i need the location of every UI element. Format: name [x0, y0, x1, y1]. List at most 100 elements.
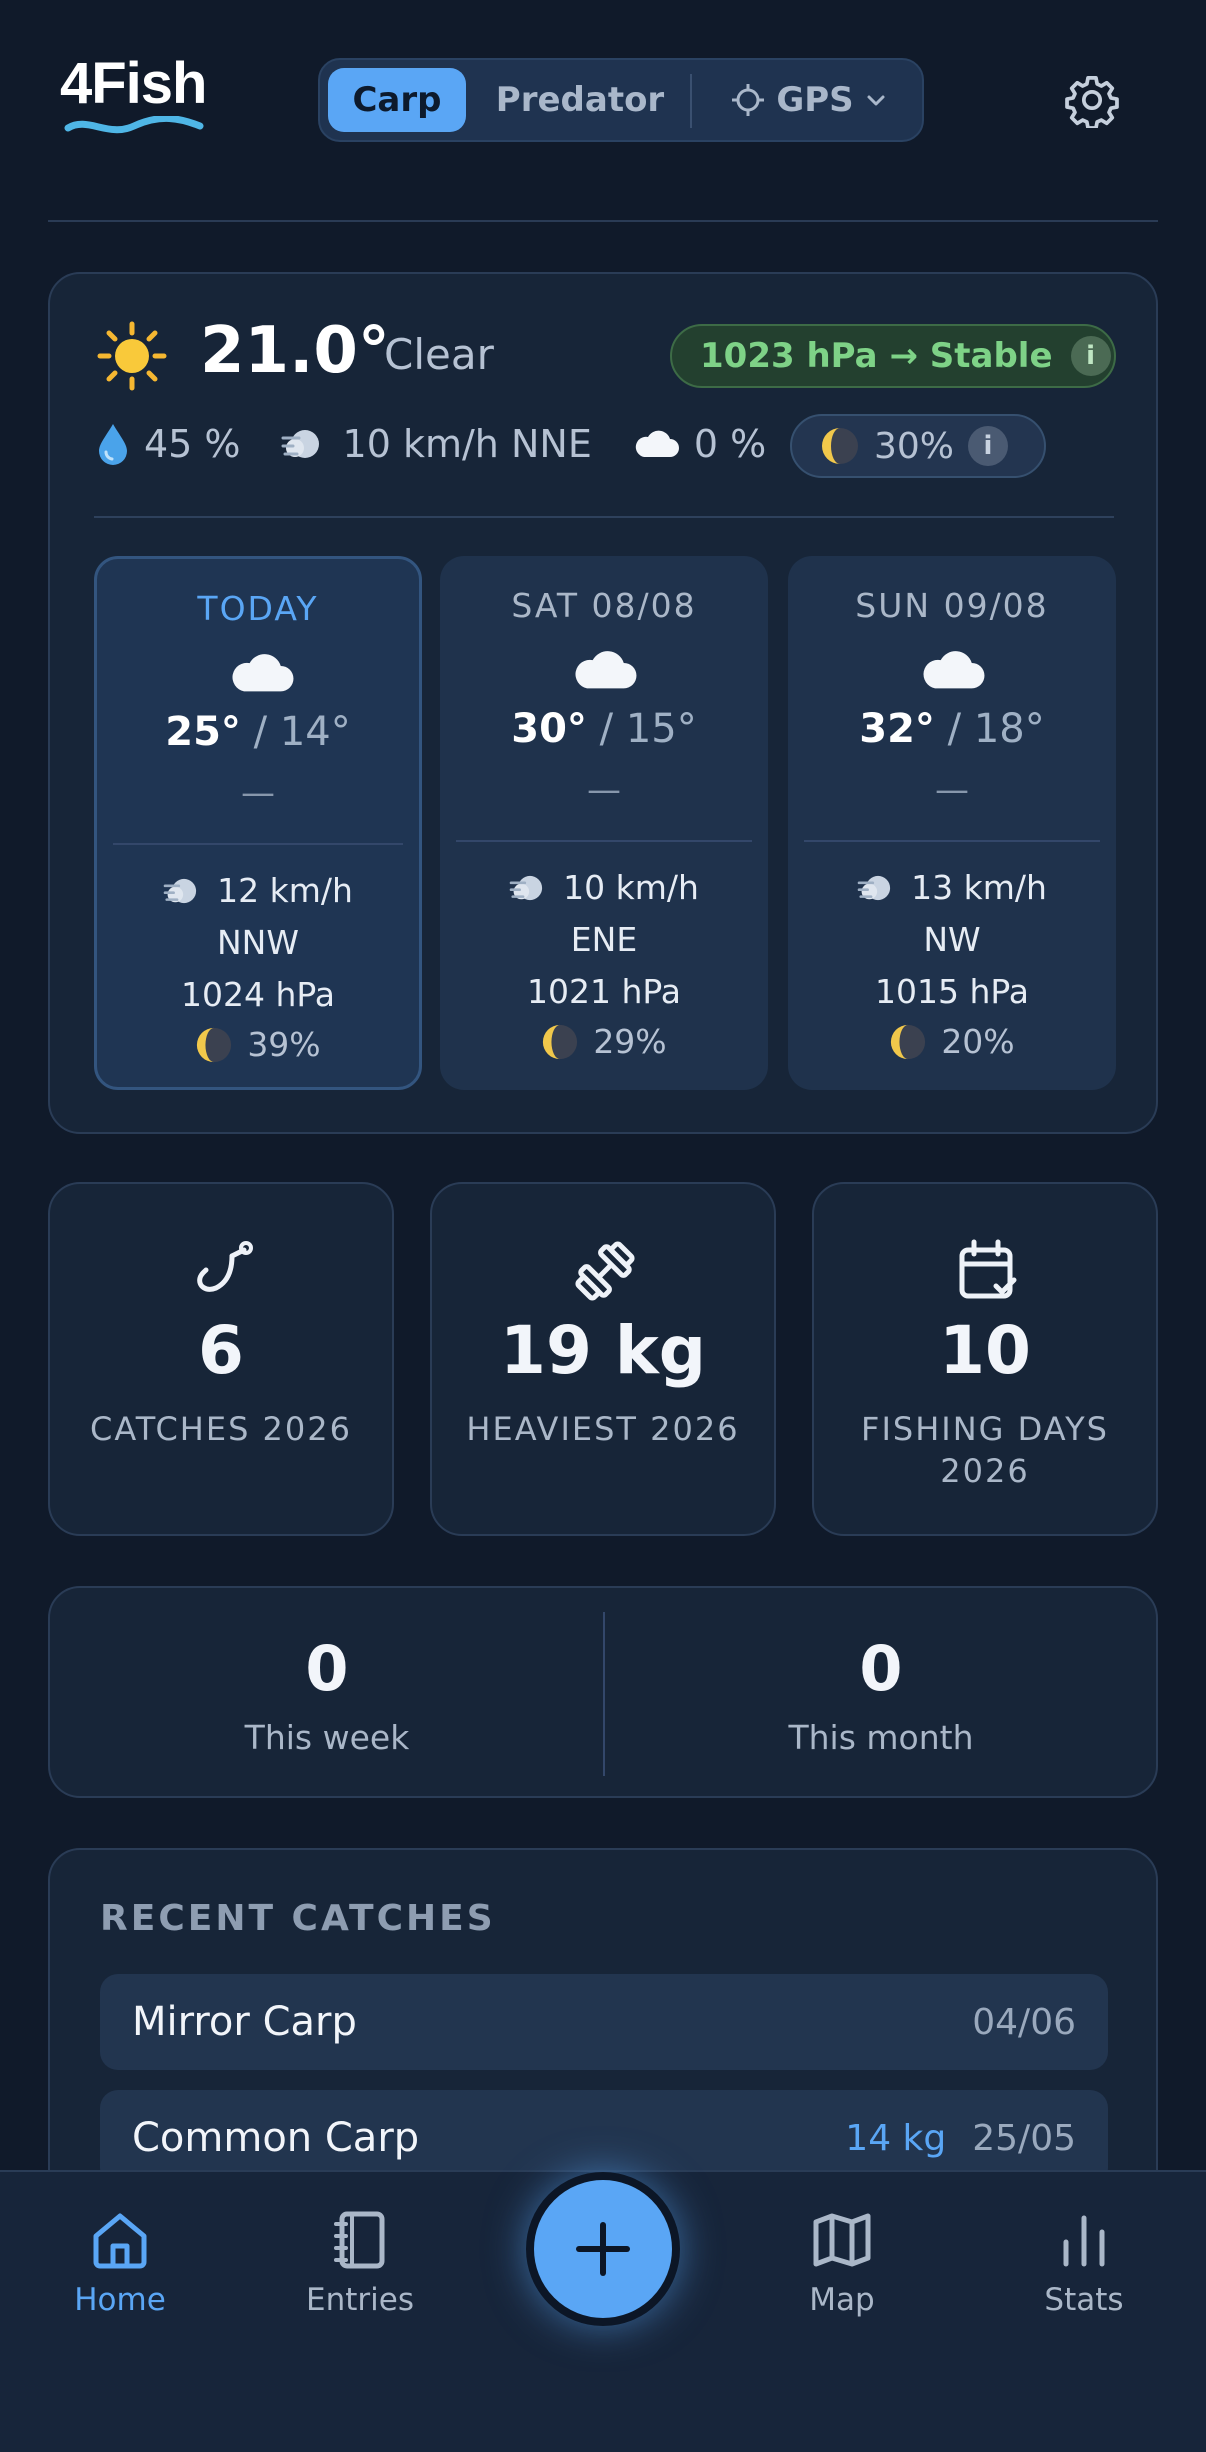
- info-icon[interactable]: i: [1070, 336, 1111, 376]
- day-temperatures: 32° / 18°: [788, 706, 1116, 752]
- gear-icon[interactable]: [1064, 72, 1120, 128]
- period-label: This week: [244, 1718, 410, 1757]
- moon-icon: [197, 1027, 232, 1062]
- temp-separator: /: [253, 709, 268, 755]
- chevron-down-icon: [867, 95, 885, 106]
- day-wind-direction: NW: [923, 920, 981, 959]
- cloud-icon: [923, 651, 985, 689]
- tab-carp[interactable]: Carp: [328, 68, 466, 132]
- catch-date: 25/05: [972, 2117, 1076, 2159]
- gps-label: GPS: [776, 80, 854, 120]
- stat-label: FISHING DAYS 2026: [861, 1410, 1109, 1490]
- sun-icon: [97, 321, 167, 391]
- forecast-day-today[interactable]: TODAY 25° / 14° — 12 km/h NNW 1024 hPa 3…: [94, 556, 422, 1090]
- plus-icon: [576, 2222, 630, 2276]
- catch-species: Mirror Carp: [132, 1999, 357, 2045]
- period-value: 0: [305, 1632, 349, 1705]
- info-icon[interactable]: i: [968, 426, 1009, 466]
- current-temperature: 21.0°: [200, 314, 390, 388]
- day-wind: 13 km/h: [788, 868, 1116, 907]
- day-wind-speed: 12 km/h: [217, 871, 353, 910]
- catch-weight: 14 kg: [845, 2117, 947, 2159]
- day-low: 14°: [279, 709, 351, 755]
- period-value: 0: [859, 1632, 903, 1705]
- day-precip: —: [587, 770, 621, 810]
- day-pressure: 1015 hPa: [874, 972, 1030, 1011]
- stat-catches[interactable]: 6 CATCHES 2026: [48, 1182, 394, 1536]
- nav-map[interactable]: Map: [752, 2208, 932, 2338]
- wind-icon: [509, 875, 543, 900]
- pressure-trend-text: 1023 hPa → Stable: [700, 336, 1053, 376]
- day-wind-direction: NNW: [216, 923, 299, 962]
- stat-value: 6: [198, 1312, 244, 1389]
- humidity-value: 45 %: [144, 422, 241, 466]
- day-precip: —: [241, 773, 275, 813]
- calendar-check-icon: [959, 1239, 1017, 1299]
- day-label: SUN 09/08: [855, 586, 1049, 625]
- nav-label: Home: [74, 2282, 166, 2318]
- wind: 10 km/h NNE: [281, 422, 592, 466]
- humidity: 45 %: [96, 422, 241, 466]
- gps-dropdown[interactable]: GPS: [704, 68, 914, 132]
- wave-icon: [64, 116, 204, 134]
- moon-phase-badge[interactable]: 30% i: [790, 414, 1046, 478]
- list-item[interactable]: Mirror Carp 04/06: [100, 1974, 1108, 2070]
- logo-text: 4Fish: [60, 51, 208, 116]
- stat-value: 19 kg: [500, 1312, 706, 1389]
- temp-separator: /: [599, 706, 614, 752]
- header-divider: [48, 220, 1158, 222]
- tab-predator[interactable]: Predator: [480, 68, 680, 132]
- stat-label: HEAVIEST 2026: [466, 1410, 740, 1448]
- stat-heaviest[interactable]: 19 kg HEAVIEST 2026: [430, 1182, 776, 1536]
- nav-stats[interactable]: Stats: [994, 2208, 1174, 2338]
- day-label: SAT 08/08: [511, 586, 697, 625]
- day-low: 15°: [625, 706, 697, 752]
- section-title: RECENT CATCHES: [100, 1898, 496, 1939]
- nav-label: Stats: [1044, 2282, 1124, 2318]
- day-wind-speed: 13 km/h: [911, 868, 1047, 907]
- day-divider: [456, 840, 752, 842]
- day-temperatures: 25° / 14°: [97, 709, 419, 755]
- add-catch-button[interactable]: [526, 2172, 680, 2326]
- stat-label: CATCHES 2026: [90, 1410, 352, 1448]
- cloud-icon: [635, 430, 679, 457]
- catch-species: Common Carp: [132, 2115, 420, 2161]
- period-label: This month: [788, 1718, 974, 1757]
- cloud-icon: [232, 654, 294, 692]
- nav-home[interactable]: Home: [30, 2208, 210, 2338]
- wind-icon: [163, 878, 197, 903]
- day-moon-value: 29%: [593, 1022, 667, 1061]
- period-summary-card: 0 This week 0 This month: [48, 1586, 1158, 1798]
- current-condition: Clear: [384, 330, 494, 379]
- hook-icon: [197, 1241, 253, 1292]
- map-icon: [813, 2213, 871, 2267]
- pressure-trend-badge[interactable]: 1023 hPa → Stable i: [670, 324, 1116, 388]
- app-root: 4Fish Carp Predator GPS 21.0° Clear 1023…: [0, 0, 1206, 2452]
- bar-chart-icon: [1063, 2215, 1105, 2267]
- cloud-cover: 0 %: [632, 422, 766, 466]
- nav-label: Entries: [306, 2282, 414, 2318]
- wind-icon: [857, 875, 891, 900]
- weather-card: 21.0° Clear 1023 hPa → Stable i 45 % 10: [48, 272, 1158, 1134]
- day-wind: 12 km/h: [97, 871, 419, 910]
- app-logo[interactable]: 4Fish: [60, 52, 210, 142]
- nav-entries[interactable]: Entries: [270, 2208, 450, 2338]
- nav-label: Map: [809, 2282, 875, 2318]
- stat-fishing-days[interactable]: 10 FISHING DAYS 2026: [812, 1182, 1158, 1536]
- day-wind: 10 km/h: [440, 868, 768, 907]
- moon-value: 30%: [874, 425, 955, 467]
- day-moon: 39%: [97, 1025, 419, 1064]
- period-week[interactable]: 0 This week: [50, 1588, 604, 1800]
- day-precip: —: [935, 770, 969, 810]
- day-divider: [113, 843, 403, 845]
- weather-divider: [94, 516, 1114, 518]
- notebook-icon: [334, 2211, 385, 2269]
- forecast-day-sat[interactable]: SAT 08/08 30° / 15° — 10 km/h ENE 1021 h…: [440, 556, 768, 1090]
- period-month[interactable]: 0 This month: [604, 1588, 1158, 1800]
- wind-value: 10 km/h NNE: [342, 422, 592, 466]
- day-high: 25°: [165, 709, 241, 755]
- stat-value: 10: [939, 1312, 1031, 1389]
- cloud-icon: [575, 651, 637, 689]
- forecast-day-sun[interactable]: SUN 09/08 32° / 18° — 13 km/h NW 1015 hP…: [788, 556, 1116, 1090]
- segment-divider: [690, 74, 692, 128]
